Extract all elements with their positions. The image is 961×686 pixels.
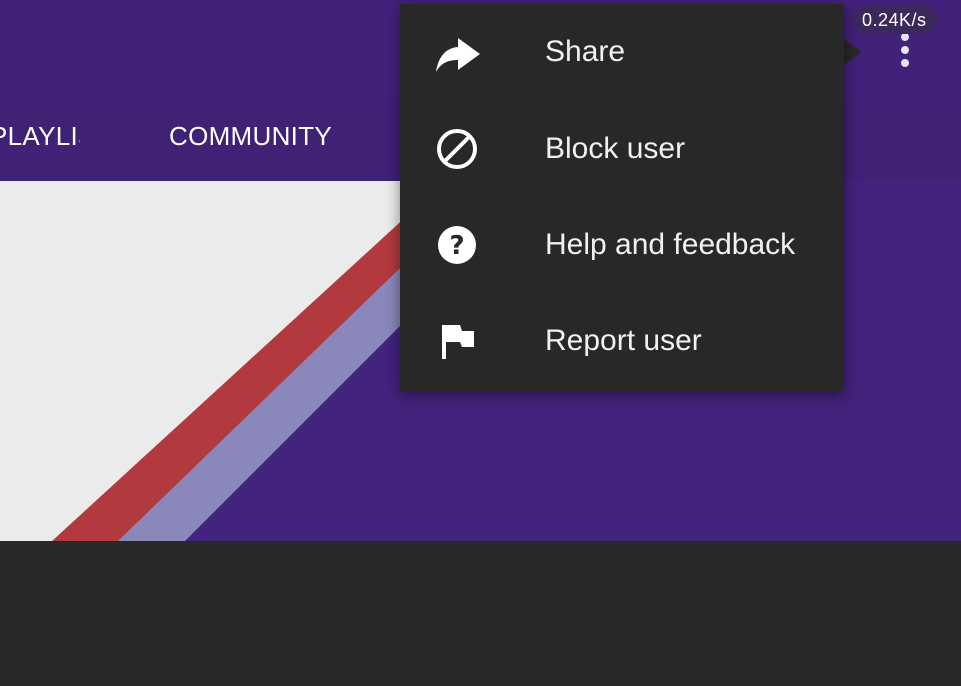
menu-item-label: Block user bbox=[545, 132, 686, 165]
overflow-menu: Share Block user ? Help and feedback Rep… bbox=[400, 4, 844, 391]
svg-text:?: ? bbox=[449, 231, 464, 261]
menu-item-label: Help and feedback bbox=[545, 228, 796, 261]
network-speed-badge: 0.24K/s bbox=[852, 6, 937, 34]
share-icon bbox=[430, 28, 484, 76]
flag-icon bbox=[430, 317, 484, 365]
more-vert-icon bbox=[901, 33, 909, 41]
tab-community[interactable]: COMMUNITY bbox=[169, 120, 332, 152]
more-vert-icon-dot bbox=[901, 59, 909, 67]
menu-item-share[interactable]: Share bbox=[400, 4, 844, 100]
menu-item-report-user[interactable]: Report user bbox=[400, 293, 844, 389]
tab-playlists[interactable]: PLAYLISTS bbox=[0, 120, 80, 152]
block-icon bbox=[430, 125, 484, 173]
content-area bbox=[0, 541, 961, 686]
menu-item-label: Share bbox=[545, 35, 626, 68]
menu-item-help-feedback[interactable]: ? Help and feedback bbox=[400, 197, 844, 293]
more-options-button[interactable] bbox=[888, 28, 922, 72]
menu-item-block-user[interactable]: Block user bbox=[400, 101, 844, 197]
help-icon: ? bbox=[430, 221, 484, 269]
menu-item-label: Report user bbox=[545, 324, 702, 357]
more-vert-icon-dot bbox=[901, 46, 909, 54]
